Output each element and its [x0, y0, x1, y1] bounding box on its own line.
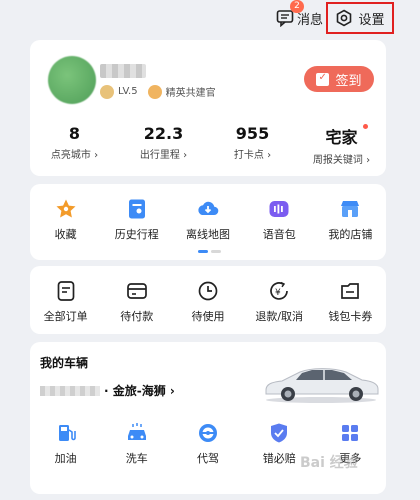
contributor-badge-icon	[147, 84, 162, 99]
quick-item-history[interactable]: 历史行程	[101, 198, 172, 242]
signin-button[interactable]: 签到	[304, 66, 374, 92]
orders-card: 全部订单 待付款 待使用 ¥ 退款/取消 钱包卡券	[30, 266, 386, 334]
order-item-label: 退款/取消	[255, 310, 304, 323]
stat-label: 周报关键词 ›	[312, 155, 371, 166]
quick-item-offline-map[interactable]: 离线地图	[172, 198, 243, 242]
quick-access-card: 收藏 历史行程 离线地图 语音包 我的店铺	[30, 184, 386, 260]
stats-row: 8 点亮城市 › 22.3 出行里程 › 955 打卡点 › 宅家 周报关键词 …	[30, 124, 386, 166]
profile-card: LV.5 精英共建官 签到 8 点亮城市 › 22.3 出行里程 › 955 打…	[30, 40, 386, 176]
service-item-label: 洗车	[125, 452, 148, 465]
quick-item-label: 离线地图	[186, 228, 230, 241]
star-icon	[55, 198, 77, 220]
new-indicator-dot	[363, 124, 368, 129]
wallet-card-icon	[126, 280, 148, 302]
stat-weekly-keyword[interactable]: 宅家 周报关键词 ›	[297, 124, 386, 166]
level-row[interactable]: LV.5 精英共建官	[100, 84, 216, 99]
message-icon	[276, 10, 294, 27]
orders-row: 全部订单 待付款 待使用 ¥ 退款/取消 钱包卡券	[30, 280, 386, 324]
gear-icon	[337, 9, 352, 27]
settings-label: 设置	[358, 12, 385, 28]
vehicle-title: 我的车辆	[40, 356, 89, 370]
car-wash-icon	[126, 422, 148, 444]
service-item-car-wash[interactable]: 洗车	[101, 422, 172, 466]
page-dot	[211, 250, 221, 253]
coupon-icon	[339, 280, 361, 302]
page-indicator	[198, 250, 221, 253]
clock-icon	[197, 280, 219, 302]
service-item-fuel[interactable]: 加油	[30, 422, 101, 466]
stat-label: 出行里程 ›	[139, 150, 188, 161]
quick-item-label: 历史行程	[114, 228, 159, 241]
fuel-icon	[55, 422, 77, 444]
watermark-text: Bai 经验	[300, 455, 358, 471]
cloud-download-icon	[197, 198, 219, 220]
history-trip-icon	[126, 198, 148, 220]
service-item-label: 加油	[54, 452, 77, 465]
quick-item-voice-pack[interactable]: 语音包	[244, 198, 315, 242]
messages-badge: 2	[290, 0, 304, 13]
messages-button[interactable]: 2 消息	[276, 0, 323, 30]
stat-label: 打卡点 ›	[233, 150, 272, 161]
vehicle-name: · 金旅-海狮 ›	[104, 384, 175, 398]
stat-value: 宅家	[325, 128, 358, 147]
shop-icon	[339, 198, 361, 220]
top-bar: 2 消息 设置	[0, 0, 420, 36]
steering-wheel-icon	[197, 422, 219, 444]
stat-cities[interactable]: 8 点亮城市 ›	[30, 124, 119, 166]
stat-checkins[interactable]: 955 打卡点 ›	[208, 124, 297, 166]
avatar[interactable]	[48, 56, 96, 104]
service-item-label: 错必赔	[262, 452, 296, 465]
page-dot-active	[198, 250, 208, 253]
order-item-refund[interactable]: ¥ 退款/取消	[244, 280, 315, 324]
refund-icon: ¥	[268, 280, 290, 302]
service-item-label: 代驾	[197, 452, 219, 465]
order-item-wallet-coupons[interactable]: 钱包卡券	[315, 280, 386, 324]
level-badge-icon	[100, 84, 114, 99]
quick-item-my-shop[interactable]: 我的店铺	[315, 198, 386, 242]
order-list-icon	[55, 280, 77, 302]
stat-label: 点亮城市 ›	[50, 150, 99, 161]
signin-label: 签到	[335, 73, 362, 89]
shield-check-icon	[268, 422, 290, 444]
quick-item-favorites[interactable]: 收藏	[30, 198, 101, 242]
order-item-unpaid[interactable]: 待付款	[101, 280, 172, 324]
stat-value: 955	[235, 124, 270, 143]
order-item-label: 钱包卡券	[328, 310, 373, 323]
order-item-label: 全部订单	[43, 310, 88, 323]
stat-value: 8	[68, 124, 81, 143]
nickname-blurred[interactable]	[100, 64, 146, 78]
stat-value: 22.3	[143, 124, 184, 143]
svg-text:¥: ¥	[275, 288, 281, 298]
quick-item-label: 我的店铺	[328, 228, 373, 241]
service-item-designated-driver[interactable]: 代驾	[172, 422, 243, 466]
order-item-label: 待付款	[120, 310, 154, 323]
contributor-title: 精英共建官	[165, 88, 216, 99]
stat-mileage[interactable]: 22.3 出行里程 ›	[119, 124, 208, 166]
plate-number-blurred	[40, 385, 100, 396]
checkin-icon	[316, 72, 330, 86]
level-text: LV.5	[118, 86, 138, 97]
quick-row: 收藏 历史行程 离线地图 语音包 我的店铺	[30, 198, 386, 242]
settings-button[interactable]: 设置	[326, 2, 394, 34]
voice-pack-icon	[268, 198, 290, 220]
more-grid-icon	[339, 422, 361, 444]
order-item-all[interactable]: 全部订单	[30, 280, 101, 324]
order-item-label: 待使用	[191, 310, 225, 323]
quick-item-label: 收藏	[54, 228, 77, 241]
vehicle-name-row[interactable]: · 金旅-海狮 ›	[40, 382, 175, 399]
car-image[interactable]	[262, 360, 380, 404]
quick-item-label: 语音包	[262, 228, 296, 241]
order-item-to-use[interactable]: 待使用	[172, 280, 243, 324]
